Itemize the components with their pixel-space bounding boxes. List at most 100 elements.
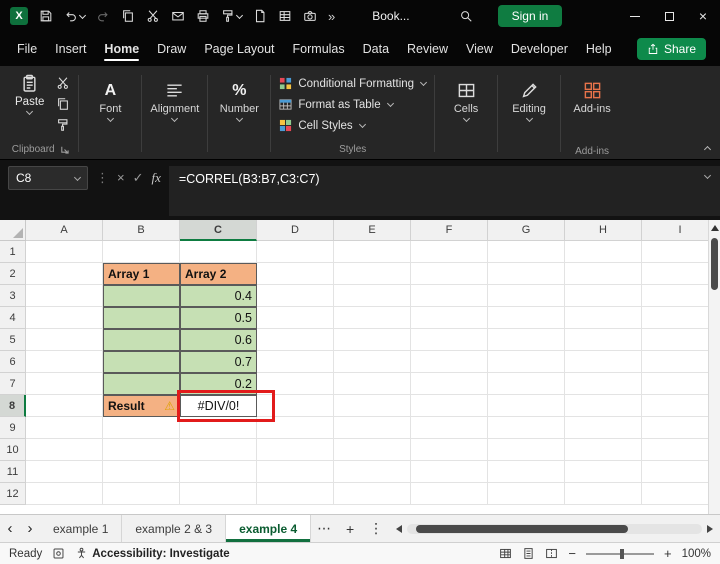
copy-button[interactable] — [121, 9, 135, 23]
cell-H11[interactable] — [565, 461, 642, 483]
cancel-entry-icon[interactable]: × — [117, 166, 125, 185]
cell-F7[interactable] — [411, 373, 488, 395]
cell-A8[interactable] — [26, 395, 103, 417]
paste-button[interactable]: Paste — [10, 71, 49, 132]
cell-E12[interactable] — [334, 483, 411, 505]
menu-tab-developer[interactable]: Developer — [502, 32, 577, 66]
sign-in-button[interactable]: Sign in — [498, 5, 563, 27]
column-header-A[interactable]: A — [26, 220, 103, 241]
cell-G1[interactable] — [488, 241, 565, 263]
cell-C2[interactable]: Array 2 — [180, 263, 257, 285]
cell-H8[interactable] — [565, 395, 642, 417]
cell-F1[interactable] — [411, 241, 488, 263]
menu-tab-draw[interactable]: Draw — [148, 32, 195, 66]
cell-B12[interactable] — [103, 483, 180, 505]
column-header-G[interactable]: G — [488, 220, 565, 241]
number-group-button[interactable]: % Number — [210, 69, 268, 158]
cell-B3[interactable] — [103, 285, 180, 307]
cut-button[interactable] — [146, 9, 160, 23]
row-header-1[interactable]: 1 — [0, 241, 26, 263]
cell-B6[interactable] — [103, 351, 180, 373]
cell-E3[interactable] — [334, 285, 411, 307]
row-header-8[interactable]: 8 — [0, 395, 26, 417]
cell-E7[interactable] — [334, 373, 411, 395]
formula-input[interactable]: =CORREL(B3:B7,C3:C7) — [169, 166, 720, 216]
new-sheet-button[interactable]: + — [337, 515, 363, 542]
row-header-3[interactable]: 3 — [0, 285, 26, 307]
column-header-F[interactable]: F — [411, 220, 488, 241]
cell-E4[interactable] — [334, 307, 411, 329]
cells-group-button[interactable]: Cells — [437, 69, 495, 158]
column-header-B[interactable]: B — [103, 220, 180, 241]
cell-E11[interactable] — [334, 461, 411, 483]
column-header-H[interactable]: H — [565, 220, 642, 241]
cell-B8[interactable]: Result⚠ — [103, 395, 180, 417]
more-commands-button[interactable]: » — [328, 9, 335, 24]
table-button[interactable] — [278, 9, 292, 23]
menu-tab-insert[interactable]: Insert — [46, 32, 95, 66]
font-group-button[interactable]: A Font — [81, 69, 139, 158]
cell-C9[interactable] — [180, 417, 257, 439]
cell-F9[interactable] — [411, 417, 488, 439]
column-header-D[interactable]: D — [257, 220, 334, 241]
redo-button[interactable] — [96, 9, 110, 23]
vertical-scroll-thumb[interactable] — [711, 238, 718, 290]
cell-A3[interactable] — [26, 285, 103, 307]
normal-view-icon[interactable] — [499, 547, 512, 560]
format-as-table-button[interactable]: Format as Table — [279, 94, 392, 115]
cell-A10[interactable] — [26, 439, 103, 461]
menu-tab-formulas[interactable]: Formulas — [284, 32, 354, 66]
row-header-9[interactable]: 9 — [0, 417, 26, 439]
menu-tab-view[interactable]: View — [457, 32, 502, 66]
zoom-out-button[interactable]: − — [568, 546, 576, 561]
cell-H3[interactable] — [565, 285, 642, 307]
scroll-left-arrow[interactable] — [396, 525, 402, 533]
cell-F10[interactable] — [411, 439, 488, 461]
sheet-tab-example-2-3[interactable]: example 2 & 3 — [122, 515, 226, 542]
select-all-corner[interactable] — [0, 220, 26, 241]
column-header-E[interactable]: E — [334, 220, 411, 241]
cell-H1[interactable] — [565, 241, 642, 263]
cell-G10[interactable] — [488, 439, 565, 461]
format-painter-button[interactable] — [221, 9, 242, 23]
cell-D9[interactable] — [257, 417, 334, 439]
horizontal-scrollbar[interactable] — [389, 515, 720, 542]
scroll-right-arrow[interactable] — [707, 525, 713, 533]
cell-D6[interactable] — [257, 351, 334, 373]
formula-bar-handle-icon[interactable]: ⋮ — [96, 166, 109, 186]
cell-G6[interactable] — [488, 351, 565, 373]
cell-styles-button[interactable]: Cell Styles — [279, 115, 364, 136]
cell-E6[interactable] — [334, 351, 411, 373]
clipboard-dialog-launcher-icon[interactable] — [60, 145, 69, 154]
copy-icon[interactable] — [56, 97, 70, 111]
cell-D10[interactable] — [257, 439, 334, 461]
cell-B7[interactable] — [103, 373, 180, 395]
row-header-12[interactable]: 12 — [0, 483, 26, 505]
page-break-view-icon[interactable] — [545, 547, 558, 560]
cell-F11[interactable] — [411, 461, 488, 483]
cell-A9[interactable] — [26, 417, 103, 439]
cell-F3[interactable] — [411, 285, 488, 307]
cell-D1[interactable] — [257, 241, 334, 263]
zoom-level[interactable]: 100% — [682, 548, 711, 560]
cell-C1[interactable] — [180, 241, 257, 263]
page-layout-view-icon[interactable] — [522, 547, 535, 560]
cell-B9[interactable] — [103, 417, 180, 439]
cell-A7[interactable] — [26, 373, 103, 395]
cut-icon[interactable] — [56, 76, 70, 90]
name-box[interactable]: C8 — [8, 166, 88, 190]
cell-B5[interactable] — [103, 329, 180, 351]
cell-H6[interactable] — [565, 351, 642, 373]
cell-D5[interactable] — [257, 329, 334, 351]
addins-group[interactable]: Add-ins Add-ins — [563, 69, 621, 158]
row-header-7[interactable]: 7 — [0, 373, 26, 395]
cell-D4[interactable] — [257, 307, 334, 329]
search-icon[interactable] — [459, 9, 473, 23]
cell-E1[interactable] — [334, 241, 411, 263]
cell-G12[interactable] — [488, 483, 565, 505]
zoom-slider-thumb[interactable] — [620, 549, 624, 559]
cell-G4[interactable] — [488, 307, 565, 329]
previous-sheet-arrow[interactable]: ‹ — [0, 515, 20, 542]
cell-D11[interactable] — [257, 461, 334, 483]
sheet-tab-example-4[interactable]: example 4 — [226, 515, 311, 542]
